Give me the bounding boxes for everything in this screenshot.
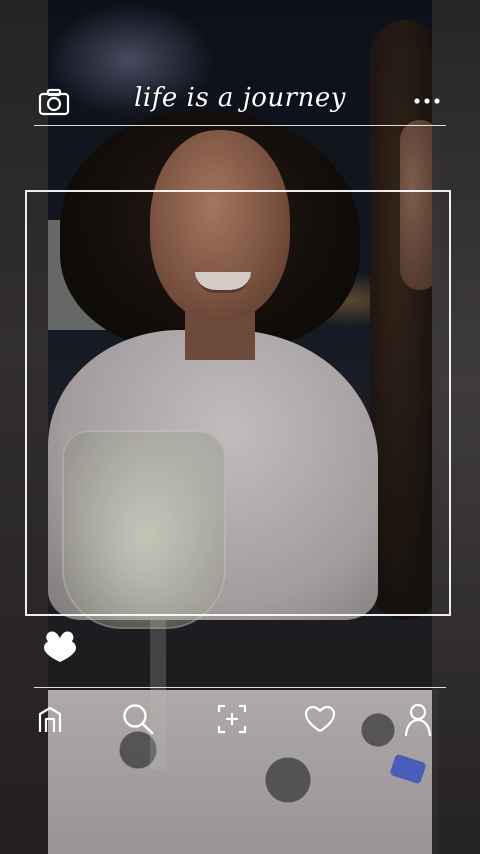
heart-filled-icon[interactable] [42,627,78,665]
photo-frame [25,190,451,616]
top-divider [34,125,446,126]
profile-icon[interactable] [398,699,438,739]
bottom-navigation [0,693,480,753]
bottom-divider [34,687,446,688]
story-title: life is a journey [134,83,346,113]
story-canvas: life is a journey [0,0,480,854]
add-square-icon[interactable] [212,699,252,739]
home-icon[interactable] [30,699,70,739]
search-icon[interactable] [118,699,158,739]
heart-icon[interactable] [300,699,340,739]
top-bar: life is a journey [0,70,480,130]
more-dots-icon[interactable] [412,92,442,104]
camera-icon[interactable] [38,88,70,116]
